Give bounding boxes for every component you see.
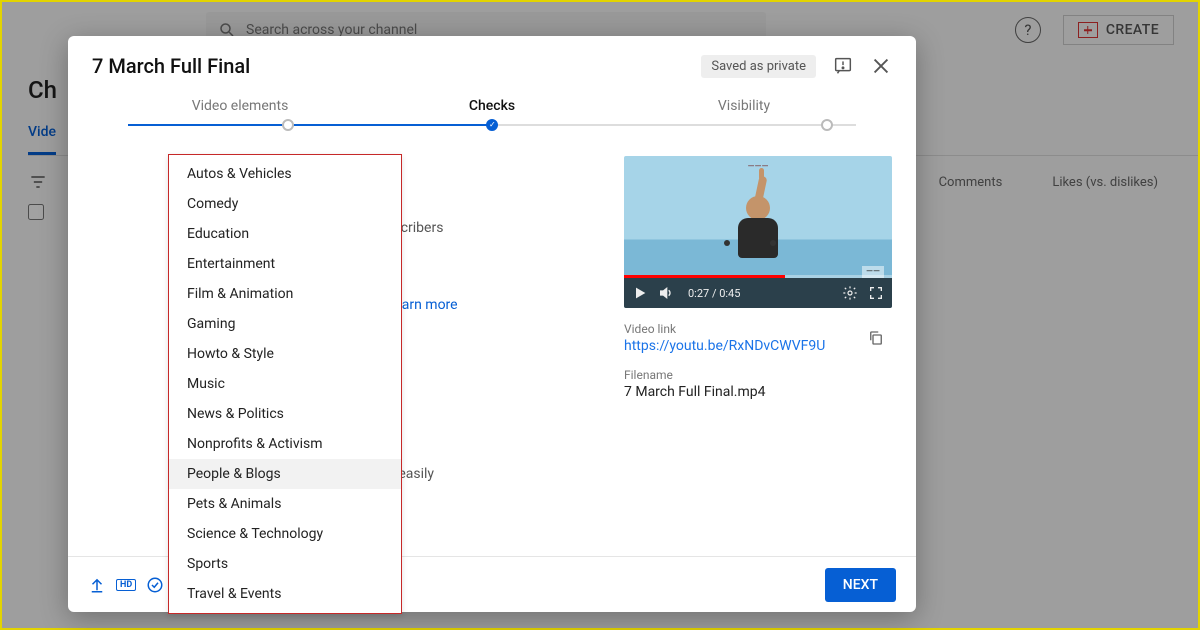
category-option[interactable]: Nonprofits & Activism: [169, 429, 401, 459]
category-option[interactable]: People & Blogs: [169, 459, 401, 489]
video-thumbnail[interactable]: ——— —— 0:27 / 0:45: [624, 156, 892, 308]
category-option[interactable]: Gaming: [169, 309, 401, 339]
category-option[interactable]: Howto & Style: [169, 339, 401, 369]
stepper: Video elements Checks Visibility: [68, 92, 916, 114]
step-checks[interactable]: Checks: [366, 98, 618, 114]
play-icon[interactable]: [632, 285, 648, 301]
video-link[interactable]: https://youtu.be/RxNDvCWVF9U: [624, 338, 825, 354]
video-link-label: Video link: [624, 322, 825, 336]
filename-label: Filename: [624, 368, 673, 382]
feedback-icon[interactable]: [832, 55, 854, 77]
progress-bar[interactable]: [624, 275, 892, 278]
modal-header: 7 March Full Final Saved as private: [68, 36, 916, 92]
video-controls: 0:27 / 0:45: [624, 278, 892, 308]
step-visibility[interactable]: Visibility: [618, 98, 870, 114]
category-option[interactable]: Sports: [169, 549, 401, 579]
category-option[interactable]: Entertainment: [169, 249, 401, 279]
category-option[interactable]: Comedy: [169, 189, 401, 219]
modal-title: 7 March Full Final: [92, 54, 250, 78]
category-dropdown[interactable]: Autos & VehiclesComedyEducationEntertain…: [168, 154, 402, 614]
next-button[interactable]: NEXT: [825, 568, 896, 602]
video-time: 0:27 / 0:45: [688, 287, 740, 300]
settings-icon[interactable]: [842, 285, 858, 301]
copy-link-button[interactable]: [860, 322, 892, 354]
category-option[interactable]: Pets & Animals: [169, 489, 401, 519]
video-preview-panel: ——— —— 0:27 / 0:45 Video link https://yo…: [624, 156, 892, 546]
upload-status-icon: [88, 576, 106, 594]
category-option[interactable]: Music: [169, 369, 401, 399]
upload-modal: 7 March Full Final Saved as private Vide…: [68, 36, 916, 612]
filename-value: 7 March Full Final.mp4: [624, 384, 765, 400]
hd-badge: HD: [116, 579, 136, 591]
category-option[interactable]: Education: [169, 219, 401, 249]
category-option[interactable]: Film & Animation: [169, 279, 401, 309]
category-option[interactable]: Autos & Vehicles: [169, 159, 401, 189]
step-video-elements[interactable]: Video elements: [114, 98, 366, 114]
thumb-caption-top: ———: [624, 162, 892, 172]
volume-icon[interactable]: [658, 285, 674, 301]
close-icon[interactable]: [870, 55, 892, 77]
category-option[interactable]: Travel & Events: [169, 579, 401, 609]
fullscreen-icon[interactable]: [868, 285, 884, 301]
category-option[interactable]: Science & Technology: [169, 519, 401, 549]
saved-chip: Saved as private: [701, 55, 816, 78]
check-circle-icon: [146, 576, 164, 594]
category-option[interactable]: News & Politics: [169, 399, 401, 429]
